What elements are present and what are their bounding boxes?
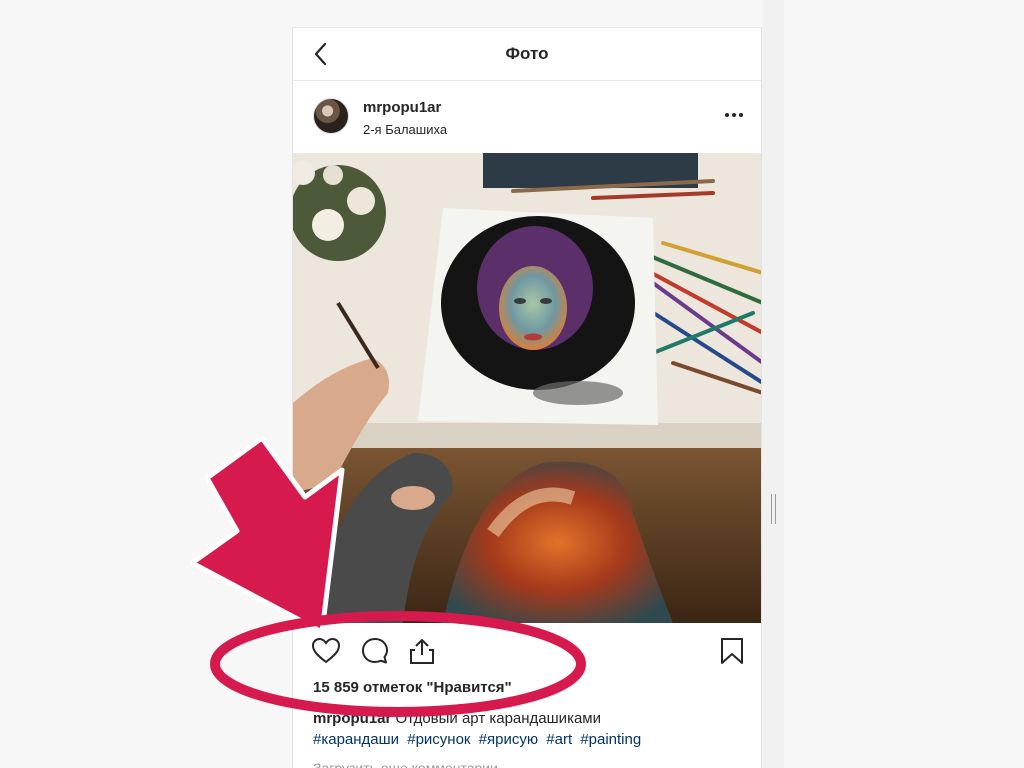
- load-more-comments-link[interactable]: Загрузить еще комментарии: [313, 760, 498, 768]
- like-button[interactable]: [311, 636, 341, 666]
- likes-count[interactable]: 15 859 отметок "Нравится": [313, 679, 512, 696]
- scrollbar-grip[interactable]: [771, 494, 776, 524]
- share-icon: [410, 639, 434, 664]
- more-dots-icon: [725, 113, 743, 117]
- hashtags: #карандаши #рисунок #ярисую #art #painti…: [313, 731, 645, 748]
- more-options-button[interactable]: [723, 105, 745, 125]
- hashtag-link[interactable]: #art: [546, 731, 572, 748]
- comment-button[interactable]: [360, 636, 390, 666]
- page-title: Фото: [505, 44, 549, 63]
- top-bar: Фото: [293, 28, 761, 81]
- post-location[interactable]: 2-я Балашиха: [363, 122, 447, 137]
- save-button[interactable]: [717, 636, 747, 666]
- hashtag-link[interactable]: #ярисую: [479, 731, 538, 748]
- post-username[interactable]: mrpopu1ar: [363, 99, 441, 116]
- share-button[interactable]: [407, 636, 437, 666]
- post-header: mrpopu1ar 2-я Балашиха: [293, 81, 761, 153]
- page-gutter: [762, 0, 784, 768]
- photo-illustration: [293, 153, 761, 623]
- avatar[interactable]: [313, 98, 349, 134]
- hashtag-link[interactable]: #painting: [580, 731, 641, 748]
- hashtag-link[interactable]: #карандаши: [313, 731, 399, 748]
- hashtag-link[interactable]: #рисунок: [407, 731, 470, 748]
- post-caption: mrpopu1ar Отдовый арт карандашиками: [313, 710, 601, 727]
- comment-bubble-icon: [362, 638, 388, 664]
- instagram-post-view: Фото mrpopu1ar 2-я Балашиха 15 859 отмет…: [292, 27, 762, 768]
- caption-text: Отдовый арт карандашиками: [395, 710, 601, 727]
- post-photo[interactable]: [293, 153, 761, 623]
- caption-username[interactable]: mrpopu1ar: [313, 710, 391, 727]
- post-actions: [293, 623, 761, 673]
- bookmark-icon: [721, 638, 743, 664]
- heart-icon: [311, 637, 341, 664]
